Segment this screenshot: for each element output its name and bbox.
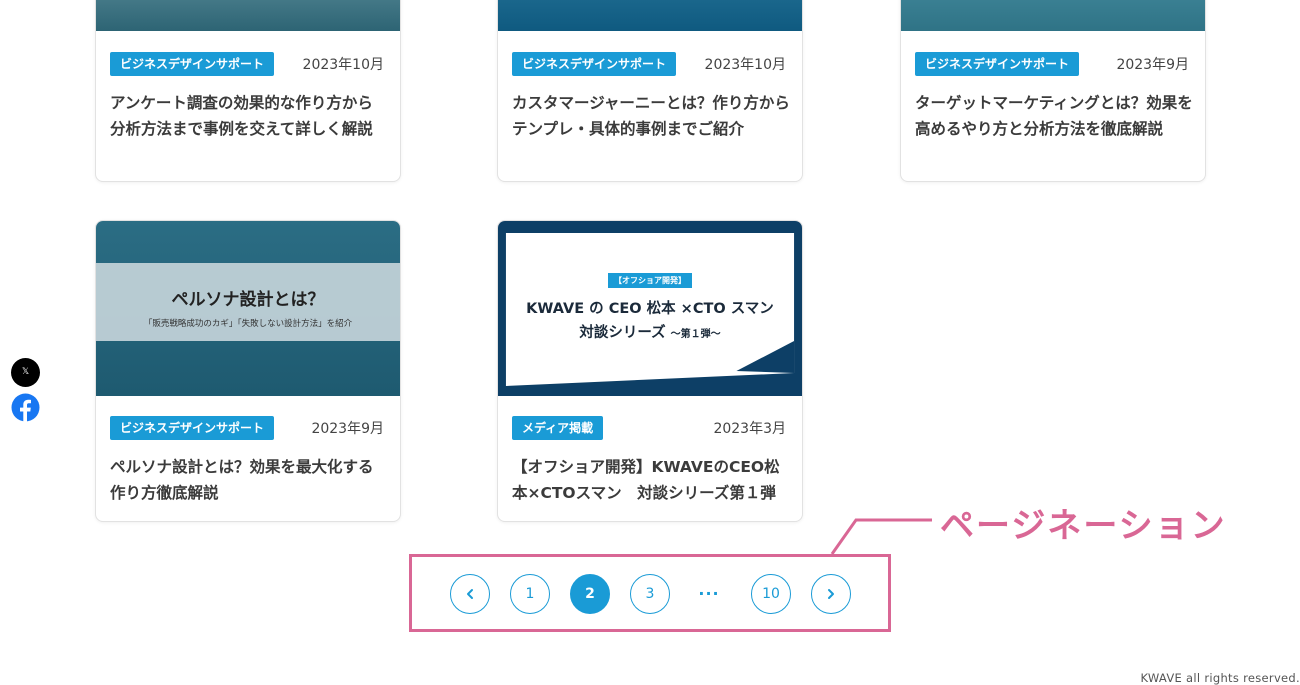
pagination-next-button[interactable] xyxy=(811,574,851,614)
article-thumbnail[interactable] xyxy=(96,0,400,31)
thumbnail-tag: 【オフショア開発】 xyxy=(498,268,802,288)
category-badge[interactable]: ビジネスデザインサポート xyxy=(110,416,275,440)
article-thumbnail[interactable] xyxy=(498,0,802,31)
article-title[interactable]: ペルソナ設計とは？効果を最大化する作り方徹底解説 xyxy=(110,455,388,506)
category-badge[interactable]: ビジネスデザインサポート xyxy=(915,52,1080,76)
facebook-icon xyxy=(11,393,40,422)
facebook-share-button[interactable] xyxy=(11,393,40,422)
category-badge[interactable]: メディア掲載 xyxy=(512,416,604,440)
article-title[interactable]: アンケート調査の効果的な作り方から分析方法まで事例を交えて詳しく解説 xyxy=(110,91,388,142)
thumbnail-subtitle: 対談シリーズ ～第１弾～ xyxy=(579,325,721,341)
article-date: 2023年9月 xyxy=(311,421,384,437)
pagination-prev-button[interactable] xyxy=(450,574,490,614)
thumbnail-subtitle: 「販売戦略成功のカギ」「失敗しない設計方法」を紹介 xyxy=(143,319,353,329)
article-title[interactable]: ターゲットマーケティングとは？効果を高めるやり方と分析方法を徹底解説 xyxy=(915,91,1193,142)
pagination-page-button[interactable]: 3 xyxy=(630,574,670,614)
thumbnail-title: KWAVE の CEO 松本 ×CTO スマン xyxy=(526,301,774,317)
thumbnail-title: ペルソナ設計とは？ xyxy=(171,290,325,310)
article-date: 2023年10月 xyxy=(704,57,786,73)
annotation-label: ページネーション xyxy=(940,506,1227,546)
article-date: 2023年9月 xyxy=(1116,57,1189,73)
article-card[interactable]: ビジネスデザインサポート 2023年10月 アンケート調査の効果的な作り方から分… xyxy=(95,0,401,182)
copyright-text: KWAVE all rights reserved. xyxy=(1140,671,1300,685)
article-date: 2023年10月 xyxy=(302,57,384,73)
x-share-button[interactable]: 𝕏 xyxy=(11,358,40,387)
pagination-page-button[interactable]: 1 xyxy=(510,574,550,614)
article-card[interactable]: ペルソナ設計とは？ 「販売戦略成功のカギ」「失敗しない設計方法」を紹介 ビジネス… xyxy=(95,220,401,522)
article-card[interactable]: 【オフショア開発】 KWAVE の CEO 松本 ×CTO スマン 対談シリーズ… xyxy=(497,220,803,522)
article-card[interactable]: ビジネスデザインサポート 2023年10月 カスタマージャーニーとは？作り方から… xyxy=(497,0,803,182)
pagination-ellipsis: ... xyxy=(698,580,720,599)
article-title[interactable]: 【オフショア開発】KWAVEのCEO松本×CTOスマン 対談シリーズ第１弾 xyxy=(512,455,790,506)
pagination-current-page[interactable]: 2 xyxy=(570,574,610,614)
article-thumbnail[interactable] xyxy=(901,0,1205,31)
category-badge[interactable]: ビジネスデザインサポート xyxy=(110,52,275,76)
pagination-page-button[interactable]: 10 xyxy=(751,574,791,614)
chevron-left-icon xyxy=(467,589,473,599)
x-icon: 𝕏 xyxy=(21,367,30,377)
article-date: 2023年3月 xyxy=(713,421,786,437)
article-title[interactable]: カスタマージャーニーとは？作り方からテンプレ・具体的事例までご紹介 xyxy=(512,91,790,142)
article-thumbnail[interactable]: 【オフショア開発】 KWAVE の CEO 松本 ×CTO スマン 対談シリーズ… xyxy=(498,221,802,396)
chevron-right-icon xyxy=(828,589,834,599)
article-card[interactable]: ビジネスデザインサポート 2023年9月 ターゲットマーケティングとは？効果を高… xyxy=(900,0,1206,182)
category-badge[interactable]: ビジネスデザインサポート xyxy=(512,52,677,76)
article-thumbnail[interactable]: ペルソナ設計とは？ 「販売戦略成功のカギ」「失敗しない設計方法」を紹介 xyxy=(96,221,400,396)
